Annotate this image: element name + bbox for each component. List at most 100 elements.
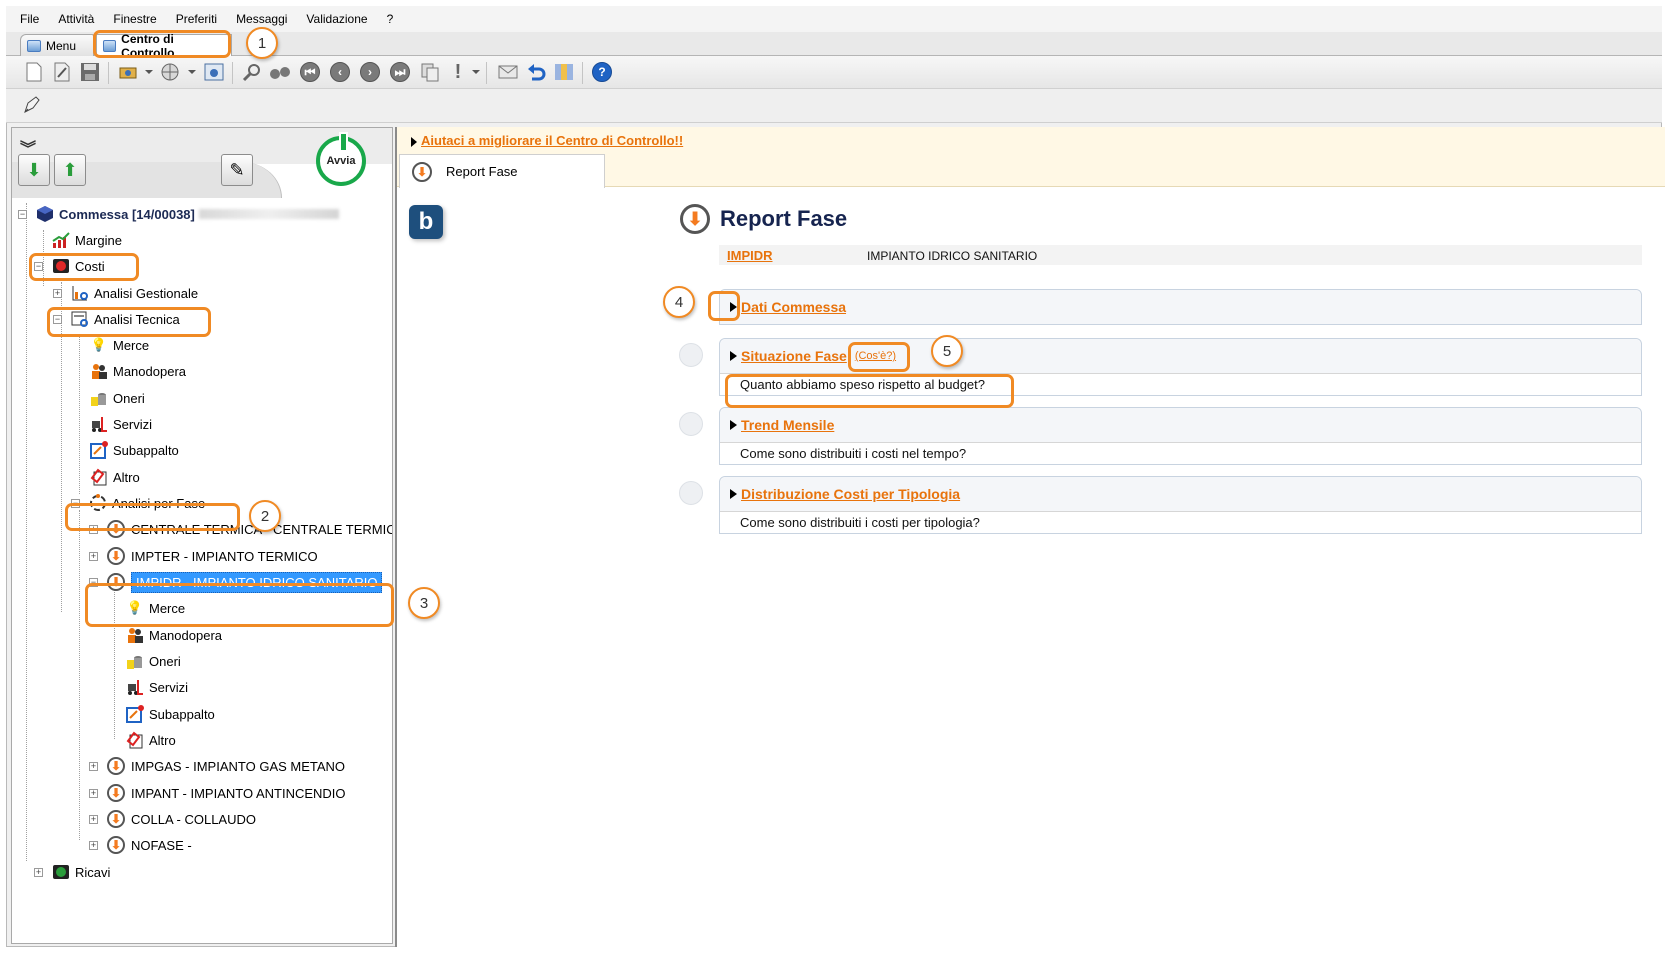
callout-1: 1: [246, 27, 278, 59]
redacted-text: [198, 209, 339, 219]
menu-help[interactable]: ?: [387, 12, 394, 26]
section-trend-mensile-link[interactable]: Trend Mensile: [741, 417, 834, 433]
tree-item-tecnica-servizi[interactable]: Servizi: [90, 412, 152, 436]
section-situazione-fase-header[interactable]: Situazione Fase (Cos'è?): [720, 339, 1641, 373]
expand-triangle-icon[interactable]: [730, 302, 737, 312]
tree-item-fase-colla[interactable]: + COLLA - COLLAUDO: [89, 807, 256, 831]
globe-icon[interactable]: [158, 60, 182, 84]
forklift-icon: [90, 415, 108, 433]
pen-tool-icon[interactable]: [20, 93, 44, 117]
menu-finestre[interactable]: Finestre: [113, 12, 156, 26]
tree-item-tecnica-altro[interactable]: Altro: [90, 465, 140, 489]
tree-item-tecnica-oneri[interactable]: Oneri: [90, 386, 145, 410]
tree-item-analisi-gestionale[interactable]: + Analisi Gestionale: [53, 281, 198, 305]
tab-menu[interactable]: Menu: [20, 34, 94, 56]
tree-label-selected: IMPIDR - IMPIANTO IDRICO SANITARIO: [131, 571, 383, 593]
alert-icon[interactable]: !: [446, 60, 470, 84]
section-dati-commessa-header[interactable]: Dati Commessa: [720, 290, 1641, 324]
tree-item-fase-servizi[interactable]: Servizi: [126, 675, 188, 699]
tree-item-fase-nofase[interactable]: + NOFASE -: [89, 833, 192, 857]
cose-help-link[interactable]: (Cos'è?): [855, 350, 896, 362]
menu-tab-icon: [27, 39, 41, 52]
tree-root-commessa[interactable]: − Commessa [14/00038]: [18, 202, 339, 226]
report-title-icon: [680, 204, 710, 234]
forklift-icon: [126, 678, 144, 696]
expand-all-button[interactable]: ⬇: [18, 154, 50, 186]
expand-triangle-icon[interactable]: [730, 351, 737, 361]
subcontract-icon: [90, 441, 108, 459]
tree-label: Subappalto: [149, 706, 215, 722]
tree-item-ricavi[interactable]: + Ricavi: [34, 860, 110, 884]
secondary-toolbar: [6, 89, 1662, 123]
callout-3: 3: [408, 587, 440, 619]
section-trend-mensile-header[interactable]: Trend Mensile: [720, 408, 1641, 442]
tree-label-analisi-tecnica: Analisi Tecnica: [94, 311, 180, 327]
tree-item-analisi-per-fase[interactable]: − Analisi per Fase: [71, 491, 205, 515]
save-icon[interactable]: [78, 60, 102, 84]
feedback-link[interactable]: Aiutaci a migliorare il Centro di Contro…: [411, 133, 683, 148]
tree-item-fase-centrale-termica[interactable]: + CENTRALE TERMICA - CENTRALE TERMIC: [89, 517, 392, 541]
expand-triangle-icon[interactable]: [730, 420, 737, 430]
previous-icon[interactable]: ‹: [328, 60, 352, 84]
app-logo: b: [409, 205, 443, 239]
alert-dropdown-icon[interactable]: [472, 70, 480, 74]
section-distribuzione-costi-link[interactable]: Distribuzione Costi per Tipologia: [741, 486, 960, 502]
tree-item-fase-impgas[interactable]: + IMPGAS - IMPIANTO GAS METANO: [89, 754, 345, 778]
tree-item-fase-altro[interactable]: Altro: [126, 728, 176, 752]
tree-item-tecnica-manodopera[interactable]: Manodopera: [90, 359, 186, 383]
mail-icon[interactable]: [496, 60, 520, 84]
menu-preferiti[interactable]: Preferiti: [176, 12, 217, 26]
settings-icon[interactable]: [202, 60, 226, 84]
margin-chart-icon: [52, 231, 70, 249]
undo-icon[interactable]: [524, 60, 548, 84]
last-icon[interactable]: ⏭: [388, 60, 412, 84]
section-situazione-fase-link[interactable]: Situazione Fase: [741, 348, 847, 364]
tree-item-costi[interactable]: − Costi: [34, 254, 105, 278]
tools-dropdown-icon[interactable]: [145, 70, 153, 74]
section-dati-commessa-link[interactable]: Dati Commessa: [741, 299, 846, 315]
binoculars-icon[interactable]: [268, 60, 292, 84]
avvia-button[interactable]: Avvia: [316, 132, 366, 186]
menu-file[interactable]: File: [20, 12, 39, 26]
tree-item-fase-oneri[interactable]: Oneri: [126, 649, 181, 673]
expand-triangle-icon[interactable]: [730, 489, 737, 499]
tree-item-tecnica-subappalto[interactable]: Subappalto: [90, 438, 179, 462]
tree-label: Subappalto: [113, 442, 179, 458]
globe-dropdown-icon[interactable]: [188, 70, 196, 74]
copy-icon[interactable]: [418, 60, 442, 84]
tab-report-fase[interactable]: Report Fase: [399, 154, 605, 188]
phase-code-link[interactable]: IMPIDR: [727, 248, 773, 263]
tree-item-fase-impant[interactable]: + IMPANT - IMPIANTO ANTINCENDIO: [89, 781, 346, 805]
section-distribuzione-costi-question: Come sono distribuiti i costi per tipolo…: [720, 511, 1641, 533]
section-trend-mensile: Trend Mensile Come sono distribuiti i co…: [719, 407, 1642, 465]
edit-tools-button[interactable]: ✎: [221, 154, 253, 186]
tree-item-fase-merce[interactable]: 💡 Merce: [126, 596, 185, 620]
tree-label: IMPTER - IMPIANTO TERMICO: [131, 548, 318, 564]
menu-attivita[interactable]: Attività: [58, 12, 94, 26]
workers-icon: [126, 626, 144, 644]
tab-menu-label: Menu: [46, 38, 77, 53]
next-icon[interactable]: ›: [358, 60, 382, 84]
tree-item-margine[interactable]: Margine: [52, 228, 122, 252]
first-icon[interactable]: ⏮: [298, 60, 322, 84]
section-trend-mensile-question: Come sono distribuiti i costi nel tempo?: [720, 442, 1641, 464]
collapse-all-button[interactable]: ⬆: [54, 154, 86, 186]
tree-item-fase-manodopera[interactable]: Manodopera: [126, 623, 222, 647]
tree-item-fase-impidr[interactable]: − IMPIDR - IMPIANTO IDRICO SANITARIO: [89, 570, 383, 594]
filter-icon[interactable]: [552, 60, 576, 84]
help-icon[interactable]: ?: [590, 60, 614, 84]
tree-item-fase-impter[interactable]: + IMPTER - IMPIANTO TERMICO: [89, 544, 318, 568]
menu-validazione[interactable]: Validazione: [306, 12, 367, 26]
menu-messaggi[interactable]: Messaggi: [236, 12, 287, 26]
edit-document-icon[interactable]: [50, 60, 74, 84]
section-dati-commessa: Dati Commessa: [719, 289, 1642, 325]
tab-centro-di-controllo[interactable]: Centro di Controllo: [96, 32, 232, 60]
new-document-icon[interactable]: [22, 60, 46, 84]
tools-icon[interactable]: [116, 60, 140, 84]
tree-item-fase-subappalto[interactable]: Subappalto: [126, 702, 215, 726]
section-distribuzione-costi-header[interactable]: Distribuzione Costi per Tipologia: [720, 477, 1641, 511]
tree-item-tecnica-merce[interactable]: 💡 Merce: [90, 333, 149, 357]
search-icon[interactable]: [240, 60, 264, 84]
tree-item-analisi-tecnica[interactable]: − Analisi Tecnica: [53, 307, 180, 331]
tree-label: Merce: [149, 600, 186, 616]
